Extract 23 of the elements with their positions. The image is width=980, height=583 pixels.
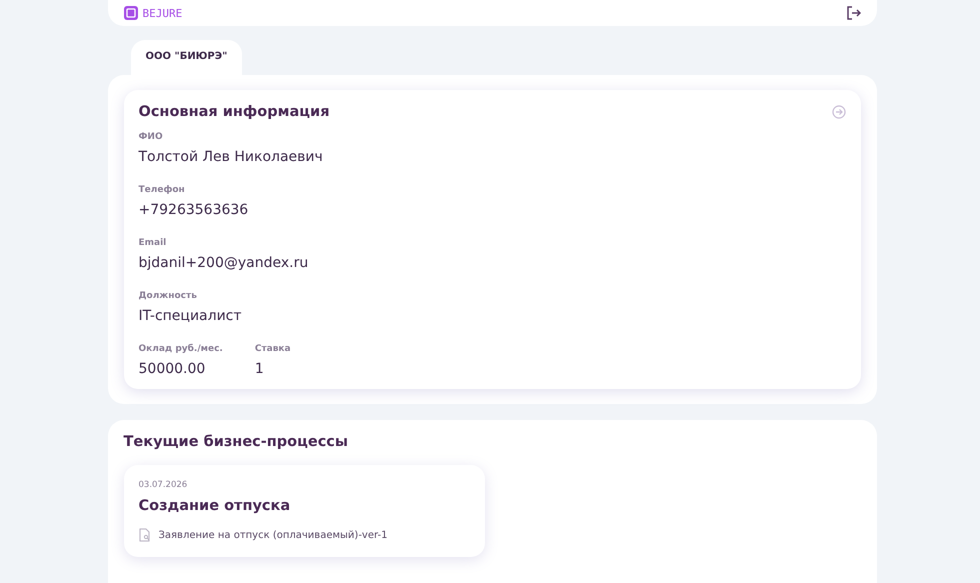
- field-label: Ставка: [254, 344, 291, 354]
- field-value: 1: [254, 361, 265, 377]
- logout-icon[interactable]: [846, 6, 860, 20]
- field-value: bjdanil+200@yandex.ru: [138, 255, 308, 271]
- field-value: 50000.00: [138, 361, 206, 377]
- section-title: Текущие бизнес-процессы: [124, 434, 350, 450]
- field-label: Email: [138, 238, 168, 248]
- document-link[interactable]: Заявление на отпуск (оплачиваемый)-ver-1: [158, 530, 388, 540]
- field-label: Должность: [138, 291, 198, 301]
- field-label: Оклад руб./мес.: [138, 344, 223, 354]
- process-date: 03.07.2026: [138, 480, 188, 490]
- field-value: Толстой Лев Николаевич: [138, 149, 323, 165]
- section-title: Основная информация: [138, 104, 330, 120]
- field-label: Телефон: [138, 185, 186, 195]
- field-label: ФИО: [138, 132, 164, 142]
- field-value: IT-специалист: [138, 308, 242, 324]
- logo-text: BEJURE: [142, 6, 182, 20]
- document-icon: [138, 528, 150, 542]
- process-title: Создание отпуска: [138, 498, 292, 514]
- process-card[interactable]: 03.07.2026 Создание отпуска Заявление на отпуск (оплачиваемый)-ver-1: [124, 465, 484, 557]
- logo-icon: [124, 6, 138, 20]
- field-value: +79263563636: [138, 202, 248, 218]
- company-tab[interactable]: ООО "БИЮРЭ": [130, 40, 242, 75]
